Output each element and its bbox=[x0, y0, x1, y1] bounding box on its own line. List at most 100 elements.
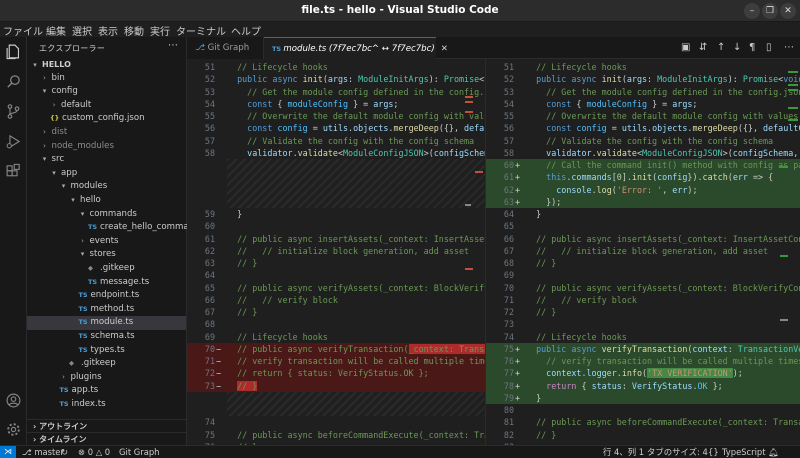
added-line[interactable]: 63 + }); bbox=[486, 195, 800, 208]
added-line[interactable]: 77 + context.logger.info('TX VERIFICATION… bbox=[486, 367, 800, 380]
code-line[interactable]: 55 // Overwrite the default module confi… bbox=[486, 110, 800, 122]
tree-file[interactable]: TS index.ts bbox=[27, 398, 186, 412]
added-line[interactable]: 76 + // verify transaction will be called… bbox=[486, 355, 800, 368]
code-line[interactable]: 74 // Lifecycle hooks bbox=[486, 331, 800, 343]
code-line[interactable]: 81 // public async beforeCommandExecute(… bbox=[486, 416, 800, 428]
code-line[interactable]: 67 // } bbox=[187, 306, 485, 318]
added-line[interactable]: 78 + return { status: VerifyStatus.OK }; bbox=[486, 379, 800, 392]
close-window-button[interactable]: ✕ bbox=[780, 3, 796, 19]
search-icon[interactable] bbox=[5, 73, 22, 90]
code-line[interactable]: 63 // } bbox=[187, 257, 485, 269]
code-line[interactable]: 74 bbox=[187, 416, 485, 428]
tree-folder[interactable]: › events bbox=[27, 235, 186, 249]
code-line[interactable]: 51 // Lifecycle hooks bbox=[486, 61, 800, 73]
menu-help[interactable]: ヘルプ bbox=[231, 23, 261, 38]
tree-folder[interactable]: › default bbox=[27, 99, 186, 113]
tree-file[interactable]: TS types.ts bbox=[27, 344, 186, 358]
code-line[interactable]: 58 validator.validate<ModuleConfigJSON>(… bbox=[486, 147, 800, 159]
added-line[interactable]: 62 + console.log('Error: ', err); bbox=[486, 183, 800, 196]
code-line[interactable]: 58 validator.validate<ModuleConfigJSON>(… bbox=[187, 147, 485, 159]
tree-folder[interactable]: ▾ stores bbox=[27, 248, 186, 262]
code-line[interactable]: 69 bbox=[486, 269, 800, 281]
split-editor-icon[interactable]: ▯ bbox=[766, 42, 772, 53]
code-line[interactable]: 62 // // initialize block generation, ad… bbox=[187, 245, 485, 257]
added-line[interactable]: 60 + // Call the command init() method wi… bbox=[486, 159, 800, 172]
tree-file[interactable]: {} custom_config.json bbox=[27, 112, 186, 126]
open-file-icon[interactable]: ▣ bbox=[681, 42, 690, 53]
overview-ruler[interactable] bbox=[778, 59, 800, 445]
code-line[interactable]: 82 // } bbox=[486, 429, 800, 441]
tree-folder[interactable]: ▾ hello bbox=[27, 194, 186, 208]
inline-view-icon[interactable]: ¶ bbox=[749, 42, 755, 53]
more-actions-icon[interactable]: ⋯ bbox=[784, 42, 794, 53]
notifications-bell-icon[interactable]: 🔔︎ bbox=[768, 446, 779, 458]
tree-folder[interactable]: ▾ HELLO bbox=[27, 58, 186, 72]
code-line[interactable]: 52 public async init(args: ModuleInitArg… bbox=[486, 73, 800, 85]
code-line[interactable]: 72 // } bbox=[486, 306, 800, 318]
menu-file[interactable]: ファイル bbox=[3, 23, 43, 38]
modified-editor[interactable]: 51 // Lifecycle hooks 52 public async ini… bbox=[485, 59, 800, 445]
code-line[interactable]: 64 } bbox=[486, 208, 800, 220]
code-line[interactable]: 57 // Validate the config with the confi… bbox=[486, 135, 800, 147]
code-line[interactable]: 80 bbox=[486, 404, 800, 416]
restore-button[interactable]: ❐ bbox=[762, 3, 778, 19]
code-line[interactable]: 66 // // verify block bbox=[187, 294, 485, 306]
tree-file[interactable]: TS module.ts bbox=[27, 316, 186, 330]
overview-ruler[interactable] bbox=[463, 59, 485, 445]
menu-go[interactable]: 移動 bbox=[124, 23, 144, 38]
tab-git-graph[interactable]: ⎇ Git Graph bbox=[187, 37, 264, 59]
tree-file[interactable]: ◆ .gitkeep bbox=[27, 262, 186, 276]
tree-folder[interactable]: ▾ config bbox=[27, 85, 186, 99]
code-line[interactable]: 68 bbox=[187, 318, 485, 330]
more-actions-icon[interactable]: ⋯ bbox=[168, 40, 178, 51]
code-line[interactable]: 59 } bbox=[187, 208, 485, 220]
code-line[interactable]: 64 bbox=[187, 269, 485, 281]
tab-size[interactable]: タブのサイズ: 4 bbox=[647, 446, 708, 458]
code-line[interactable]: 51 // Lifecycle hooks bbox=[187, 61, 485, 73]
code-line[interactable]: 61 // public async insertAssets(_context… bbox=[187, 233, 485, 245]
code-line[interactable]: 53 // Get the module config defined in t… bbox=[486, 86, 800, 98]
added-line[interactable]: 75 + public async verifyTransaction(conte… bbox=[486, 342, 800, 355]
deleted-line[interactable]: 70− // public async verifyTransaction(_c… bbox=[187, 342, 485, 355]
explorer-icon[interactable] bbox=[5, 43, 22, 60]
outline-section[interactable]: › アウトライン bbox=[27, 419, 186, 432]
menu-selection[interactable]: 選択 bbox=[72, 23, 92, 38]
timeline-section[interactable]: › タイムライン bbox=[27, 432, 186, 445]
git-branch-compare-icon[interactable]: ⇵ bbox=[699, 42, 707, 53]
tab-module-ts-diff[interactable]: TS module.ts (7f7ec7bc^ ↔ 7f7ec7bc) ✕ bbox=[264, 37, 448, 59]
tree-file[interactable]: TS create_hello_command.ts bbox=[27, 221, 210, 235]
menu-run[interactable]: 実行 bbox=[150, 23, 170, 38]
code-line[interactable]: 54 const { moduleConfig } = args; bbox=[486, 98, 800, 110]
tree-folder[interactable]: › plugins bbox=[27, 371, 186, 385]
code-line[interactable]: 71 // // verify block bbox=[486, 294, 800, 306]
previous-change-icon[interactable]: ↑ bbox=[717, 42, 725, 53]
tree-folder[interactable]: ▾ src bbox=[27, 153, 186, 167]
problems-status[interactable]: ⊗ 0 △ 0 bbox=[78, 446, 110, 458]
code-line[interactable]: 52 public async init(args: ModuleInitArg… bbox=[187, 73, 485, 85]
minimize-button[interactable]: – bbox=[744, 3, 760, 19]
tree-folder[interactable]: ▾ commands bbox=[27, 208, 186, 222]
next-change-icon[interactable]: ↓ bbox=[733, 42, 741, 53]
accounts-icon[interactable] bbox=[5, 392, 22, 409]
deleted-line[interactable]: 71− // verify transaction will be called… bbox=[187, 355, 485, 368]
code-line[interactable]: 55 // Overwrite the default module confi… bbox=[187, 110, 485, 122]
code-line[interactable]: 60 bbox=[187, 220, 485, 232]
original-editor[interactable]: 51 // Lifecycle hooks 52 public async ini… bbox=[187, 59, 485, 445]
tree-file[interactable]: TS app.ts bbox=[27, 384, 186, 398]
tree-file[interactable]: ◆ .gitkeep bbox=[27, 357, 186, 371]
extensions-icon[interactable] bbox=[5, 163, 22, 180]
tree-file[interactable]: TS message.ts bbox=[27, 276, 186, 290]
sync-icon[interactable]: ↻ bbox=[61, 446, 68, 458]
tree-file[interactable]: TS endpoint.ts bbox=[27, 289, 186, 303]
remote-icon[interactable]: ⋊ bbox=[0, 446, 16, 458]
close-icon[interactable]: ✕ bbox=[441, 44, 448, 54]
tree-folder[interactable]: › bin bbox=[27, 72, 186, 86]
code-line[interactable]: 75 // public async beforeCommandExecute(… bbox=[187, 429, 485, 441]
code-line[interactable]: 57 // Validate the config with the confi… bbox=[187, 135, 485, 147]
added-line[interactable]: 79 + } bbox=[486, 391, 800, 404]
menu-edit[interactable]: 編集 bbox=[46, 23, 66, 38]
code-line[interactable]: 68 // } bbox=[486, 257, 800, 269]
deleted-line[interactable]: 73− // } bbox=[187, 379, 485, 392]
tree-file[interactable]: TS method.ts bbox=[27, 303, 186, 317]
code-line[interactable]: 56 const config = utils.objects.mergeDee… bbox=[187, 122, 485, 134]
